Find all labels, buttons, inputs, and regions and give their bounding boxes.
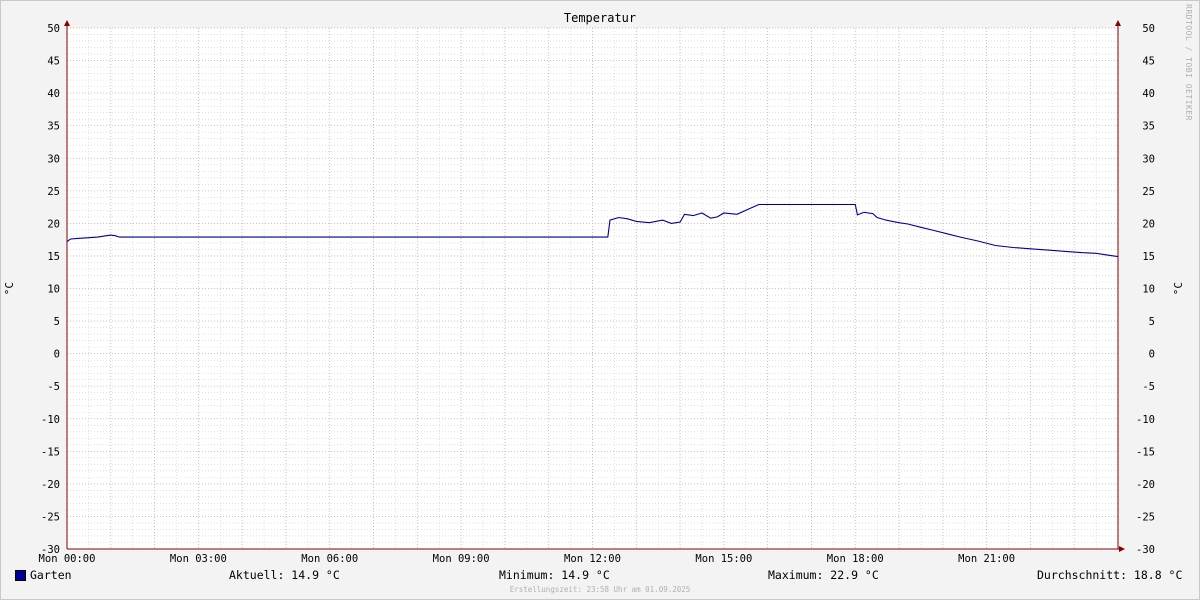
y-tick-label-right: 40 (1142, 88, 1155, 100)
y-tick-label-left: 10 (47, 284, 60, 296)
y-tick-label-left: 40 (47, 88, 60, 100)
y-tick-label-right: -30 (1136, 544, 1155, 556)
y-tick-label-right: 20 (1142, 218, 1155, 230)
y-tick-label-left: 25 (47, 186, 60, 198)
y-tick-label-right: -20 (1136, 479, 1155, 491)
y-tick-label-right: -10 (1136, 414, 1155, 426)
y-tick-label-right: 0 (1149, 349, 1155, 361)
y-tick-label-left: -5 (47, 381, 60, 393)
x-tick-label: Mon 18:00 (827, 553, 884, 565)
legend-series-name: Garten (30, 568, 72, 582)
y-axis-label-right: °C (1172, 282, 1185, 296)
y-tick-label-right: -15 (1136, 446, 1155, 458)
y-tick-label-left: -10 (41, 414, 60, 426)
chart-title: Temperatur (563, 11, 637, 25)
legend-maximum: Maximum: 22.9 °C (768, 568, 879, 582)
x-tick-label: Mon 06:00 (301, 553, 358, 565)
y-tick-label-left: 5 (54, 316, 60, 328)
y-tick-label-left: 0 (54, 349, 60, 361)
temperature-chart: 50 5045 4540 4035 3530 3025 2520 2015 1510 105 50 0… (39, 20, 1155, 565)
y-tick-label-left: -15 (41, 446, 60, 458)
legend-swatch-garten (15, 570, 26, 581)
legend-minimum: Minimum: 14.9 °C (499, 568, 610, 582)
y-tick-label-right: 5 (1149, 316, 1155, 328)
rrdtool-watermark: RRDTOOL / TOBI OETIKER (1184, 4, 1193, 121)
y-tick-label-left: 20 (47, 218, 60, 230)
x-tick-label: Mon 15:00 (695, 553, 752, 565)
y-tick-label-left: 15 (47, 251, 60, 263)
x-tick-label: Mon 00:00 (39, 553, 96, 565)
y-tick-label-right: -5 (1142, 381, 1155, 393)
y-tick-label-left: -20 (41, 479, 60, 491)
y-tick-label-left: 35 (47, 121, 60, 133)
y-tick-label-right: 25 (1142, 186, 1155, 198)
y-tick-label-right: 45 (1142, 56, 1155, 68)
y-axis-label-left: °C (3, 282, 16, 296)
x-tick-label: Mon 12:00 (564, 553, 621, 565)
legend-current: Aktuell: 14.9 °C (229, 568, 340, 582)
y-tick-label-right: 15 (1142, 251, 1155, 263)
y-tick-label-right: 30 (1142, 153, 1155, 165)
x-tick-label: Mon 21:00 (958, 553, 1015, 565)
y-tick-label-left: 45 (47, 56, 60, 68)
y-tick-label-right: 10 (1142, 284, 1155, 296)
y-tick-label-left: -25 (41, 511, 60, 523)
y-tick-label-right: 35 (1142, 121, 1155, 133)
legend-average: Durchschnitt: 18.8 °C (1037, 568, 1183, 582)
x-tick-label: Mon 09:00 (433, 553, 490, 565)
creation-timestamp: Erstellungszeit: 23:58 Uhr am 01.09.2025 (509, 585, 691, 594)
y-tick-label-right: -25 (1136, 511, 1155, 523)
y-tick-label-left: 30 (47, 153, 60, 165)
x-axis-arrow (1119, 546, 1125, 552)
x-tick-label: Mon 03:00 (170, 553, 227, 565)
